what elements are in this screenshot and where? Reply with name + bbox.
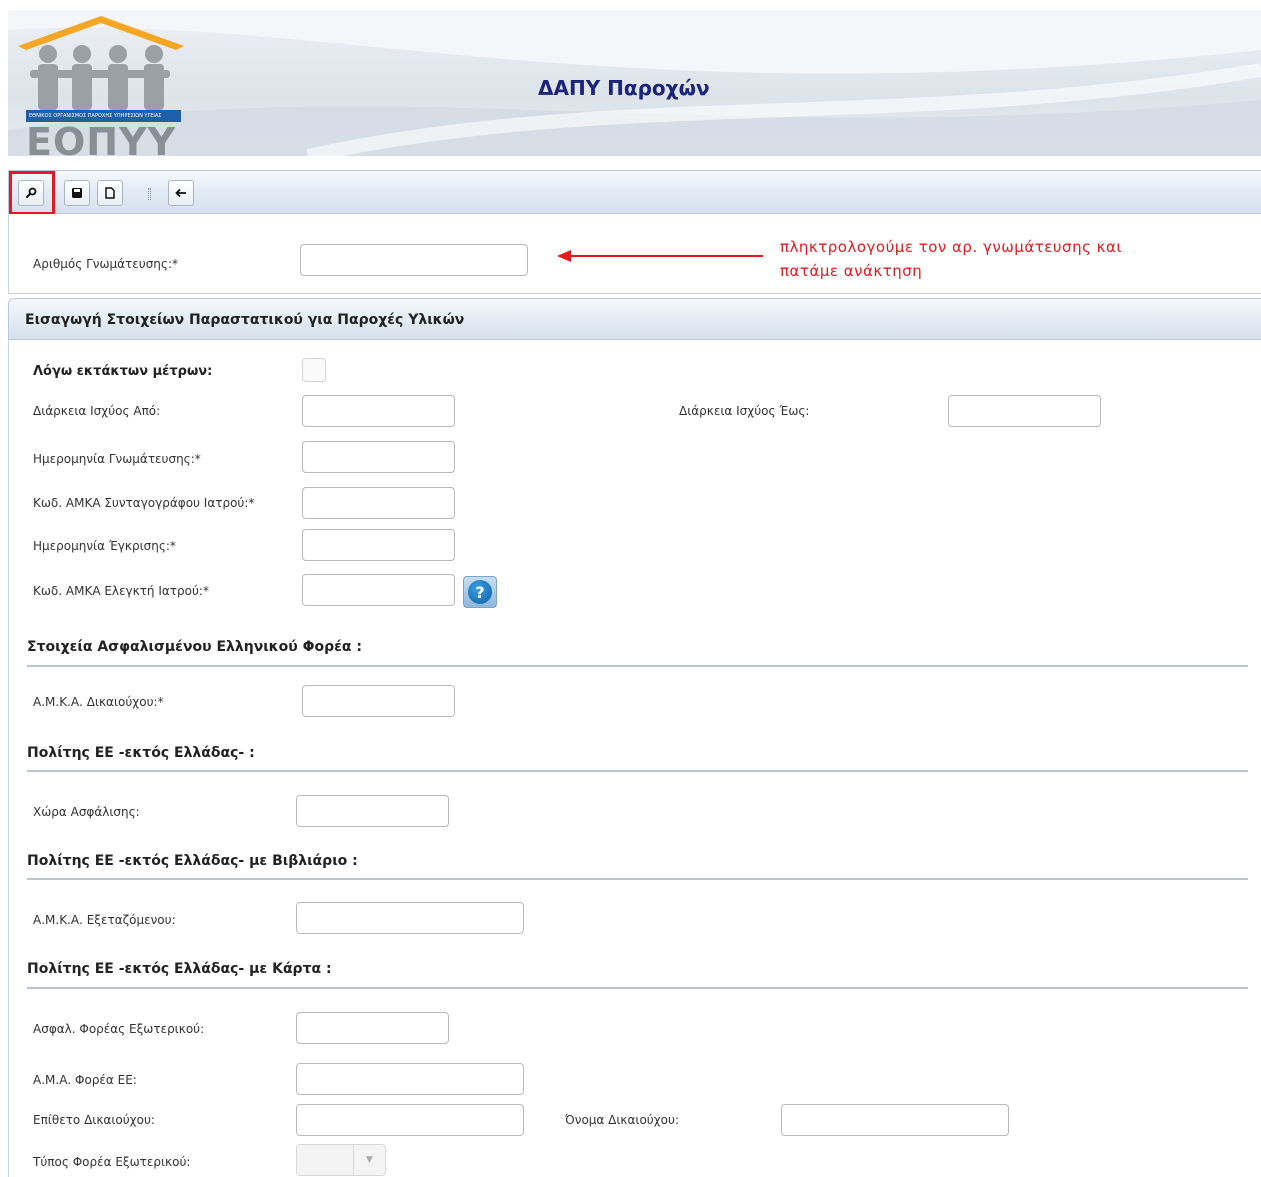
help-icon: ? <box>468 580 492 604</box>
section-header-bar: Εισαγωγή Στοιχείων Παραστατικού για Παρο… <box>8 298 1261 340</box>
auditor-amka-input[interactable] <box>302 574 455 606</box>
approval-date-label: Ημερομηνία Έγκρισης:* <box>33 539 176 553</box>
valid-from-label: Διάρκεια Ισχύος Από: <box>33 404 161 418</box>
referral-date-label: Ημερομηνία Γνωμάτευσης:* <box>33 452 201 466</box>
annotation-arrow <box>557 250 763 262</box>
beneficiary-amka-label: Α.Μ.Κ.Α. Δικαιούχου:* <box>33 695 164 709</box>
divider <box>27 878 1248 880</box>
eu-card-title: Πολίτης ΕΕ -εκτός Ελλάδας- με Κάρτα : <box>27 961 332 977</box>
surname-input[interactable] <box>296 1104 524 1136</box>
insurance-country-input[interactable] <box>296 795 449 827</box>
examinee-amka-input[interactable] <box>296 902 524 934</box>
eopyy-logo: ΕΘΝΙΚΟΣ ΟΡΓΑΝΙΣΜΟΣ ΠΑΡΟΧΗΣ ΥΠΗΡΕΣΙΩΝ ΥΓΕ… <box>16 10 186 156</box>
divider <box>27 770 1248 772</box>
valid-from-input[interactable] <box>302 395 455 427</box>
save-icon <box>72 188 82 198</box>
prescriber-amka-label: Κωδ. ΑΜΚΑ Συνταγογράφου Ιατρού:* <box>33 496 255 510</box>
annotation-line-2: πατάμε ανάκτηση <box>780 262 923 280</box>
emergency-label: Λόγω εκτάκτων μέτρων: <box>33 364 213 379</box>
save-button[interactable] <box>64 180 90 206</box>
approval-date-input[interactable] <box>302 529 455 561</box>
back-button[interactable] <box>168 180 194 206</box>
new-document-icon <box>105 187 115 199</box>
emergency-checkbox[interactable] <box>302 358 326 382</box>
referral-number-input[interactable] <box>300 244 528 276</box>
retrieve-button-highlight <box>9 171 55 215</box>
ama-input[interactable] <box>296 1063 524 1095</box>
eu-citizen-title: Πολίτης ΕΕ -εκτός Ελλάδας- : <box>27 745 255 761</box>
annotation-note: πληκτρολογούμε τον αρ. γνωμάτευσης και π… <box>780 235 1122 283</box>
first-name-label: Όνομα Δικαιούχου: <box>565 1113 680 1127</box>
form-left-border <box>8 340 9 1177</box>
foreign-carrier-label: Ασφαλ. Φορέας Εξωτερικού: <box>33 1022 205 1036</box>
valid-to-input[interactable] <box>948 395 1101 427</box>
divider <box>27 987 1248 989</box>
eu-booklet-title: Πολίτης ΕΕ -εκτός Ελλάδας- με Βιβλιάριο … <box>27 853 358 869</box>
logo-text: ΕΟΠΥΥ <box>26 120 177 156</box>
surname-label: Επίθετο Δικαιούχου: <box>33 1113 155 1127</box>
arrow-left-icon <box>175 188 186 198</box>
section-title: Εισαγωγή Στοιχείων Παραστατικού για Παρο… <box>25 312 465 328</box>
toolbar <box>8 170 1261 215</box>
valid-to-label: Διάρκεια Ισχύος Έως: <box>679 404 810 418</box>
prescriber-amka-input[interactable] <box>302 487 455 519</box>
carrier-type-label: Τύπος Φορέα Εξωτερικού: <box>33 1155 191 1169</box>
referral-date-input[interactable] <box>302 441 455 473</box>
beneficiary-amka-input[interactable] <box>302 685 455 717</box>
referral-number-label: Αριθμός Γνωμάτευσης:* <box>33 257 178 271</box>
divider <box>27 665 1248 667</box>
auditor-amka-label: Κωδ. ΑΜΚΑ Ελεγκτή Ιατρού:* <box>33 584 209 598</box>
insured-greek-title: Στοιχεία Ασφαλισμένου Ελληνικού Φορέα : <box>27 639 363 655</box>
ama-label: Α.Μ.Α. Φορέα ΕΕ: <box>33 1073 137 1087</box>
annotation-line-1: πληκτρολογούμε τον αρ. γνωμάτευσης και <box>780 238 1122 256</box>
first-name-input[interactable] <box>781 1104 1009 1136</box>
new-document-button[interactable] <box>97 180 123 206</box>
toolbar-separator <box>148 188 151 200</box>
chevron-down-icon[interactable]: ▼ <box>353 1145 385 1175</box>
app-header: ΕΘΝΙΚΟΣ ΟΡΓΑΝΙΣΜΟΣ ΠΑΡΟΧΗΣ ΥΠΗΡΕΣΙΩΝ ΥΓΕ… <box>8 10 1261 156</box>
foreign-carrier-input[interactable] <box>296 1012 449 1044</box>
help-button[interactable]: ? <box>463 576 497 608</box>
insurance-country-label: Χώρα Ασφάλισης: <box>33 805 140 819</box>
examinee-amka-label: Α.Μ.Κ.Α. Εξεταζόμενου: <box>33 913 176 927</box>
page-title: ΔΑΠΥ Παροχών <box>538 76 710 100</box>
carrier-type-select[interactable]: ▼ <box>296 1144 386 1176</box>
